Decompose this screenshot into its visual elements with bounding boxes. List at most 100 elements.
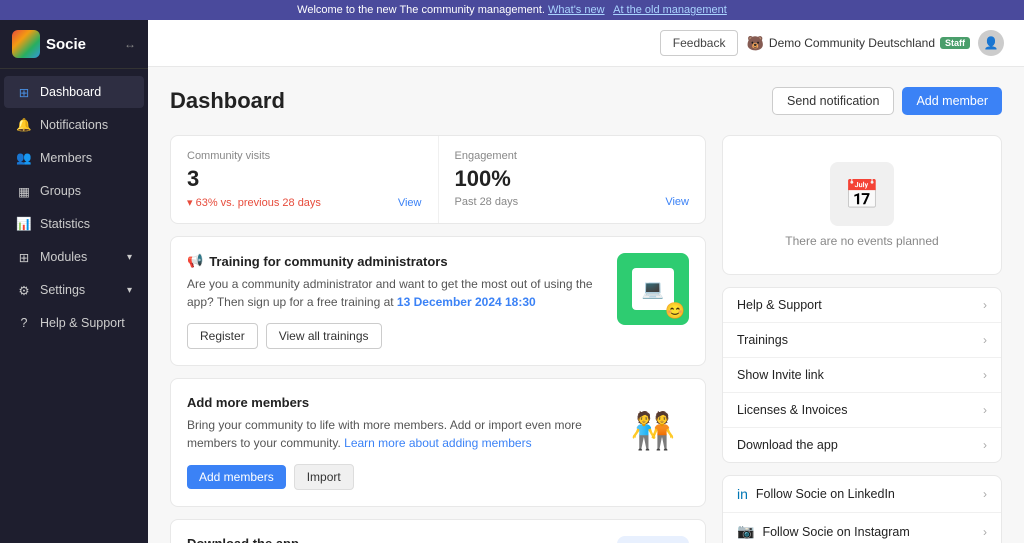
stat-change: ▾ 63% vs. previous 28 days: [187, 196, 321, 209]
stat-value: 100%: [455, 166, 690, 192]
sidebar-item-notifications[interactable]: 🔔 Notifications: [4, 109, 144, 141]
sidebar-item-help[interactable]: ? Help & Support: [4, 307, 144, 339]
community-icon: 🐻: [746, 35, 763, 52]
community-badge: 🐻 Demo Community Deutschland Staff: [746, 35, 970, 52]
sidebar-item-label: Dashboard: [40, 85, 101, 99]
notifications-icon: 🔔: [16, 117, 32, 133]
sidebar: Socie ↔ ⊞ Dashboard 🔔 Notifications 👥 Me…: [0, 20, 148, 543]
linkedin-icon: in: [737, 486, 748, 502]
add-members-card: Add more members Bring your community to…: [170, 378, 706, 507]
sidebar-item-groups[interactable]: ▦ Groups: [4, 175, 144, 207]
right-column: 📅 There are no events planned Help & Sup…: [722, 135, 1002, 543]
chevron-down-icon: ▾: [127, 252, 132, 263]
view-all-trainings-button[interactable]: View all trainings: [266, 323, 382, 349]
members-image: 🧑‍🤝‍🧑: [617, 395, 689, 467]
social-links-card: in Follow Socie on LinkedIn › 📷 Follow S…: [722, 475, 1002, 543]
sidebar-item-label: Notifications: [40, 118, 108, 132]
sidebar-item-label: Groups: [40, 184, 81, 198]
download-app-card: Download the app Managing the app can be…: [170, 519, 706, 543]
modules-icon: ⊞: [16, 249, 32, 265]
top-banner: Welcome to the new The community managem…: [0, 0, 1024, 20]
help-support-link[interactable]: Help & Support ›: [723, 288, 1001, 323]
sidebar-item-settings[interactable]: ⚙ Settings ▾: [4, 274, 144, 306]
stat-footer: Past 28 days View: [455, 196, 690, 208]
download-app-link[interactable]: Download the app ›: [723, 428, 1001, 462]
settings-icon: ⚙: [16, 282, 32, 298]
chevron-right-icon: ›: [983, 525, 987, 539]
add-members-button[interactable]: Add members: [187, 465, 286, 489]
trainings-link[interactable]: Trainings ›: [723, 323, 1001, 358]
add-member-button[interactable]: Add member: [902, 87, 1002, 115]
chevron-right-icon: ›: [983, 487, 987, 501]
show-invite-link[interactable]: Show Invite link ›: [723, 358, 1001, 393]
stat-engagement: Engagement 100% Past 28 days View: [439, 136, 706, 223]
card-desc: Are you a community administrator and wa…: [187, 275, 607, 311]
old-management-link[interactable]: At the old management: [613, 4, 727, 16]
page-title: Dashboard: [170, 88, 285, 114]
stat-community-visits: Community visits 3 ▾ 63% vs. previous 28…: [171, 136, 439, 223]
card-title: 📢 Training for community administrators: [187, 253, 607, 269]
card-title: Add more members: [187, 395, 607, 410]
stat-value: 3: [187, 166, 422, 192]
chevron-right-icon: ›: [983, 403, 987, 417]
sidebar-expand-button[interactable]: ↔: [124, 37, 136, 51]
chevron-down-icon: ▾: [127, 285, 132, 296]
instagram-icon: 📷: [737, 523, 754, 540]
page-title-row: Dashboard Send notification Add member: [170, 87, 1002, 115]
sidebar-item-label: Settings: [40, 283, 85, 297]
register-button[interactable]: Register: [187, 323, 258, 349]
main-content: Feedback 🐻 Demo Community Deutschland St…: [148, 20, 1024, 543]
send-notification-button[interactable]: Send notification: [772, 87, 894, 115]
help-icon: ?: [16, 315, 32, 331]
card-desc: Bring your community to life with more m…: [187, 416, 607, 452]
megaphone-icon: 📢: [187, 253, 203, 269]
whats-new-link[interactable]: What's new: [548, 4, 605, 16]
instagram-link[interactable]: 📷 Follow Socie on Instagram ›: [723, 513, 1001, 543]
import-button[interactable]: Import: [294, 464, 354, 490]
statistics-icon: 📊: [16, 216, 32, 232]
stat-footer: ▾ 63% vs. previous 28 days View: [187, 196, 422, 209]
sidebar-item-label: Statistics: [40, 217, 90, 231]
sidebar-item-label: Members: [40, 151, 92, 165]
sidebar-item-modules[interactable]: ⊞ Modules ▾: [4, 241, 144, 273]
training-card: 📢 Training for community administrators …: [170, 236, 706, 366]
stats-row: Community visits 3 ▾ 63% vs. previous 28…: [170, 135, 706, 224]
card-title: Download the app: [187, 536, 607, 543]
left-column: Community visits 3 ▾ 63% vs. previous 28…: [170, 135, 706, 543]
sidebar-item-dashboard[interactable]: ⊞ Dashboard: [4, 76, 144, 108]
chevron-right-icon: ›: [983, 298, 987, 312]
help-links-card: Help & Support › Trainings › Show Invite…: [722, 287, 1002, 463]
avatar[interactable]: 👤: [978, 30, 1004, 56]
sidebar-logo: Socie ↔: [0, 20, 148, 69]
stat-label: Engagement: [455, 150, 690, 162]
stat-view-link[interactable]: View: [398, 197, 422, 209]
sidebar-item-members[interactable]: 👥 Members: [4, 142, 144, 174]
social-link-left: 📷 Follow Socie on Instagram: [737, 523, 910, 540]
sidebar-nav: ⊞ Dashboard 🔔 Notifications 👥 Members ▦ …: [0, 69, 148, 543]
social-link-left: in Follow Socie on LinkedIn: [737, 486, 895, 502]
sidebar-item-statistics[interactable]: 📊 Statistics: [4, 208, 144, 240]
feedback-button[interactable]: Feedback: [660, 30, 739, 56]
sidebar-item-label: Modules: [40, 250, 87, 264]
header-actions: Feedback 🐻 Demo Community Deutschland St…: [660, 30, 1004, 56]
learn-more-link[interactable]: Learn more about adding members: [344, 436, 531, 450]
dashboard-icon: ⊞: [16, 84, 32, 100]
linkedin-link[interactable]: in Follow Socie on LinkedIn ›: [723, 476, 1001, 513]
events-card: 📅 There are no events planned: [722, 135, 1002, 275]
sidebar-item-label: Help & Support: [40, 316, 125, 330]
chevron-right-icon: ›: [983, 333, 987, 347]
staff-badge: Staff: [940, 37, 970, 49]
sidebar-logo-text: Socie: [46, 36, 86, 53]
card-actions: Add members Import: [187, 464, 607, 490]
download-image: 📱: [617, 536, 689, 543]
licenses-invoices-link[interactable]: Licenses & Invoices ›: [723, 393, 1001, 428]
header-bar: Feedback 🐻 Demo Community Deutschland St…: [148, 20, 1024, 67]
chevron-right-icon: ›: [983, 438, 987, 452]
chevron-right-icon: ›: [983, 368, 987, 382]
training-image: 💻 😊: [617, 253, 689, 325]
page-title-actions: Send notification Add member: [772, 87, 1002, 115]
community-name: Demo Community Deutschland: [769, 36, 935, 50]
socie-logo-icon: [12, 30, 40, 58]
stat-label: Community visits: [187, 150, 422, 162]
stat-view-link[interactable]: View: [665, 196, 689, 208]
